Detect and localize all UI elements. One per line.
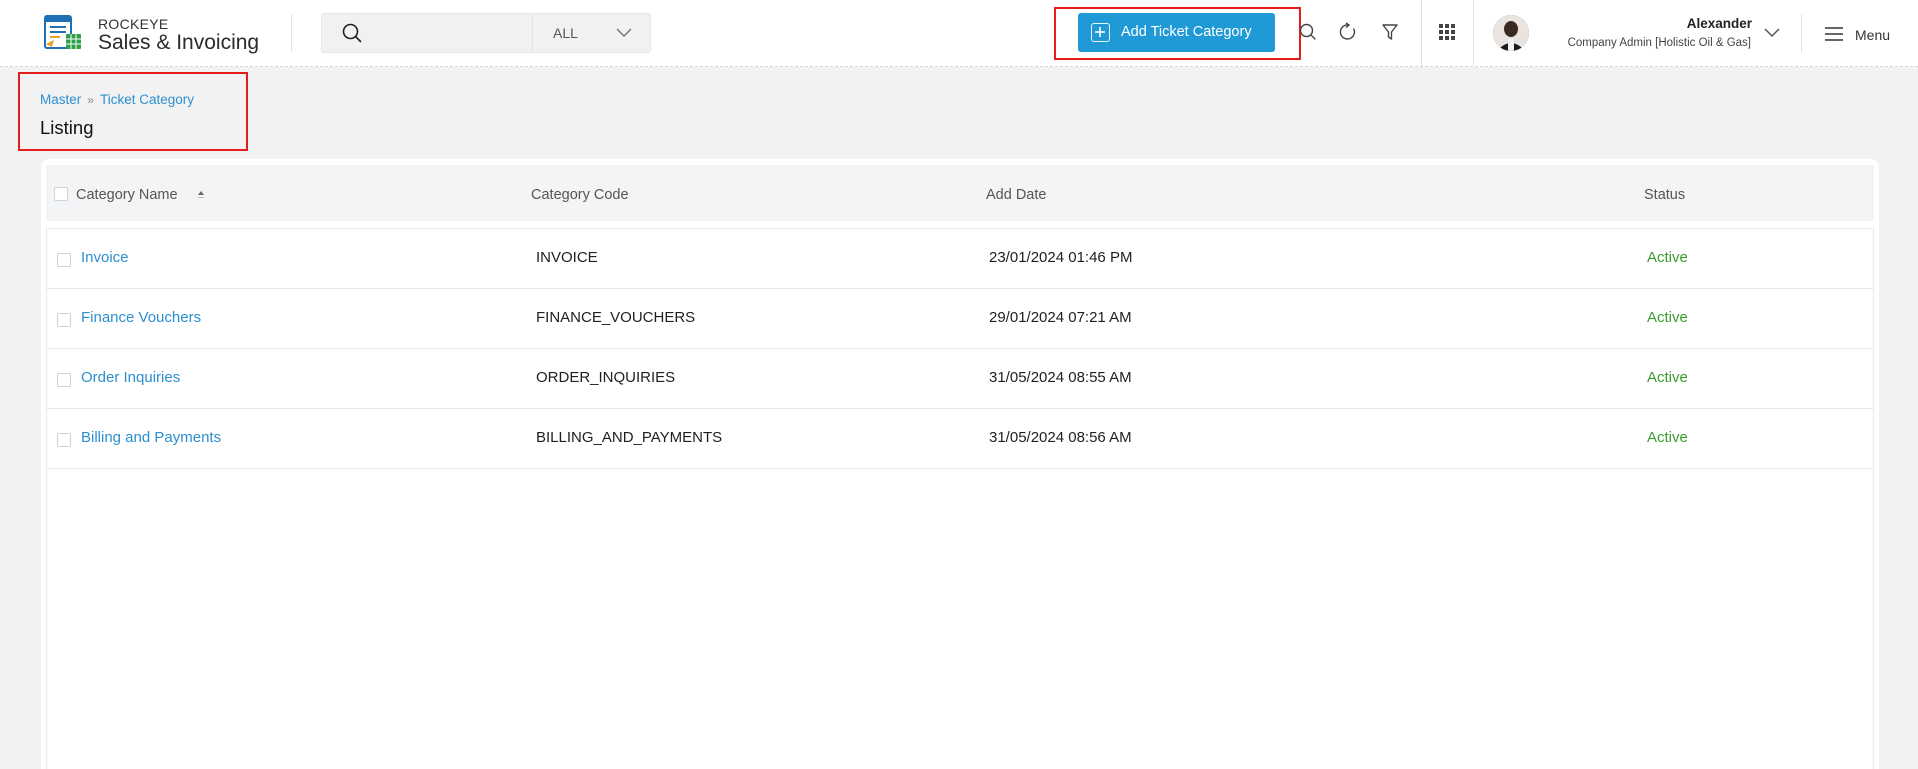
column-category-code[interactable]: Category Code [531, 187, 629, 203]
user-role: Company Admin [Holistic Oil & Gas] [1567, 37, 1751, 49]
breadcrumb: Master » Ticket Category [40, 92, 194, 107]
row-checkbox[interactable] [57, 313, 71, 327]
category-code: ORDER_INQUIRIES [536, 369, 676, 386]
table-row[interactable]: Billing and Payments BILLING_AND_PAYMENT… [47, 409, 1873, 469]
chevron-down-icon[interactable] [1763, 26, 1781, 40]
header-divider [1801, 14, 1802, 52]
header-divider [291, 14, 292, 52]
category-code: INVOICE [536, 249, 598, 266]
breadcrumb-ticket-category[interactable]: Ticket Category [100, 92, 194, 107]
highlight-box-breadcrumb [18, 72, 248, 151]
global-search[interactable]: ALL [321, 13, 651, 53]
add-date: 23/01/2024 01:46 PM [989, 249, 1133, 266]
menu-label[interactable]: Menu [1855, 27, 1890, 43]
search-scope-label: ALL [553, 25, 578, 41]
listing-panel: Category Name Category Code Add Date Sta… [41, 159, 1879, 769]
user-name[interactable]: Alexander [1687, 16, 1752, 31]
status-badge: Active [1647, 369, 1688, 386]
search-icon[interactable] [341, 22, 363, 44]
table-row[interactable]: Finance Vouchers FINANCE_VOUCHERS 29/01/… [47, 289, 1873, 349]
column-add-date[interactable]: Add Date [986, 187, 1046, 203]
row-checkbox[interactable] [57, 253, 71, 267]
column-category-name[interactable]: Category Name [76, 187, 178, 203]
apps-grid-icon[interactable] [1437, 22, 1457, 42]
header-search-icon[interactable] [1298, 22, 1318, 42]
table-row[interactable]: Order Inquiries ORDER_INQUIRIES 31/05/20… [47, 349, 1873, 409]
brand-name: ROCKEYE [98, 16, 169, 32]
breadcrumb-master[interactable]: Master [40, 92, 81, 107]
plus-icon [1091, 23, 1110, 42]
refresh-icon[interactable] [1338, 22, 1358, 42]
search-scope-select[interactable]: ALL [532, 14, 651, 52]
add-date: 29/01/2024 07:21 AM [989, 309, 1132, 326]
category-name-link[interactable]: Billing and Payments [81, 429, 221, 446]
status-badge: Active [1647, 429, 1688, 446]
page-title: Listing [40, 117, 94, 138]
add-ticket-category-button[interactable]: Add Ticket Category [1078, 13, 1275, 52]
status-badge: Active [1647, 249, 1688, 266]
category-name-link[interactable]: Order Inquiries [81, 369, 180, 386]
chevron-down-icon [616, 28, 632, 38]
hamburger-menu-icon[interactable] [1824, 25, 1844, 43]
category-name-link[interactable]: Finance Vouchers [81, 309, 201, 326]
add-date: 31/05/2024 08:55 AM [989, 369, 1132, 386]
row-checkbox[interactable] [57, 433, 71, 447]
table-row[interactable]: Invoice INVOICE 23/01/2024 01:46 PM Acti… [47, 229, 1873, 289]
app-title: Sales & Invoicing [98, 31, 260, 54]
header-divider [1473, 0, 1474, 66]
sort-icon[interactable] [197, 189, 205, 201]
column-status[interactable]: Status [1644, 187, 1685, 203]
avatar[interactable] [1493, 15, 1529, 51]
header-divider [1421, 0, 1422, 66]
table-header: Category Name Category Code Add Date Sta… [46, 165, 1874, 221]
table-body: Invoice INVOICE 23/01/2024 01:46 PM Acti… [46, 228, 1874, 769]
row-checkbox[interactable] [57, 373, 71, 387]
top-header: ROCKEYE Sales & Invoicing ALL Add Ticket… [0, 0, 1918, 67]
category-code: FINANCE_VOUCHERS [536, 309, 696, 326]
status-badge: Active [1647, 309, 1688, 326]
add-date: 31/05/2024 08:56 AM [989, 429, 1132, 446]
select-all-checkbox[interactable] [54, 187, 68, 201]
add-ticket-category-label: Add Ticket Category [1121, 24, 1252, 40]
chevron-right-icon: » [87, 93, 94, 107]
category-name-link[interactable]: Invoice [81, 249, 129, 266]
app-logo-icon [44, 15, 81, 49]
filter-icon[interactable] [1380, 22, 1400, 42]
category-code: BILLING_AND_PAYMENTS [536, 429, 723, 446]
